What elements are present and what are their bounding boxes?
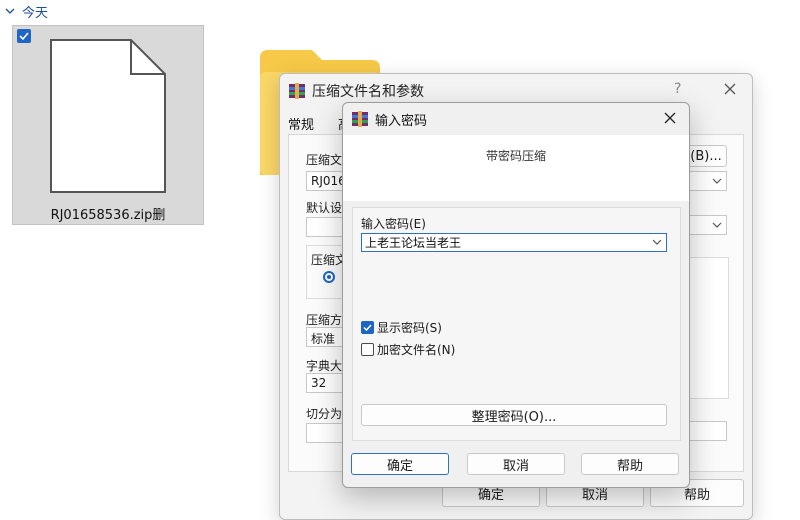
chevron-down-icon bbox=[4, 5, 16, 17]
group-header-today[interactable]: 今天 bbox=[4, 2, 49, 21]
password-header-text: 带密码压缩 bbox=[485, 149, 546, 163]
help-icon[interactable]: ? bbox=[674, 81, 681, 97]
format-radio[interactable] bbox=[323, 271, 335, 283]
password-label: 输入密码(E) bbox=[361, 217, 426, 231]
manage-passwords-button[interactable]: 整理密码(O)... bbox=[361, 404, 667, 426]
dialog-title: 压缩文件名和参数 bbox=[312, 84, 424, 100]
password-input[interactable]: 上老王论坛当老王 bbox=[361, 233, 667, 252]
close-icon[interactable] bbox=[720, 79, 740, 99]
chevron-down-icon bbox=[712, 222, 722, 228]
password-value: 上老王论坛当老王 bbox=[365, 236, 462, 250]
options-list bbox=[689, 257, 729, 399]
group-label: 今天 bbox=[22, 5, 49, 21]
tab-general[interactable]: 常规 bbox=[288, 114, 314, 133]
right-field[interactable] bbox=[689, 421, 727, 441]
browse-button[interactable]: (B)... bbox=[685, 145, 727, 167]
profile-dropdown[interactable] bbox=[689, 171, 727, 191]
winrar-icon bbox=[289, 83, 305, 99]
winrar-icon bbox=[352, 111, 368, 127]
document-icon bbox=[50, 39, 166, 193]
encrypt-names-label: 加密文件名(N) bbox=[377, 343, 456, 357]
chevron-down-icon[interactable] bbox=[652, 237, 662, 247]
password-help-button[interactable]: 帮助 bbox=[581, 453, 679, 475]
password-dialog-title: 输入密码 bbox=[375, 114, 428, 129]
file-tile[interactable]: RJ01658536.zip删 bbox=[12, 25, 204, 225]
encrypt-names-option[interactable]: 加密文件名(N) bbox=[361, 341, 455, 358]
update-mode-dropdown[interactable] bbox=[689, 215, 727, 235]
encrypt-names-checkbox[interactable] bbox=[361, 343, 374, 356]
show-password-label: 显示密码(S) bbox=[377, 321, 442, 335]
chevron-down-icon bbox=[712, 178, 722, 184]
password-ok-button[interactable]: 确定 bbox=[351, 453, 449, 475]
password-cancel-button[interactable]: 取消 bbox=[467, 453, 565, 475]
default-settings-field[interactable] bbox=[306, 217, 346, 237]
password-dialog: 输入密码 带密码压缩 输入密码(E) 上老王论坛当老王 显示密码(S) 加密文件… bbox=[342, 102, 690, 488]
close-icon[interactable] bbox=[661, 109, 679, 127]
show-password-option[interactable]: 显示密码(S) bbox=[361, 319, 442, 336]
show-password-checkbox[interactable] bbox=[361, 321, 374, 334]
password-header bbox=[343, 135, 689, 201]
file-name: RJ01658536.zip删 bbox=[50, 208, 166, 223]
checkbox-checked-icon[interactable] bbox=[17, 29, 31, 43]
